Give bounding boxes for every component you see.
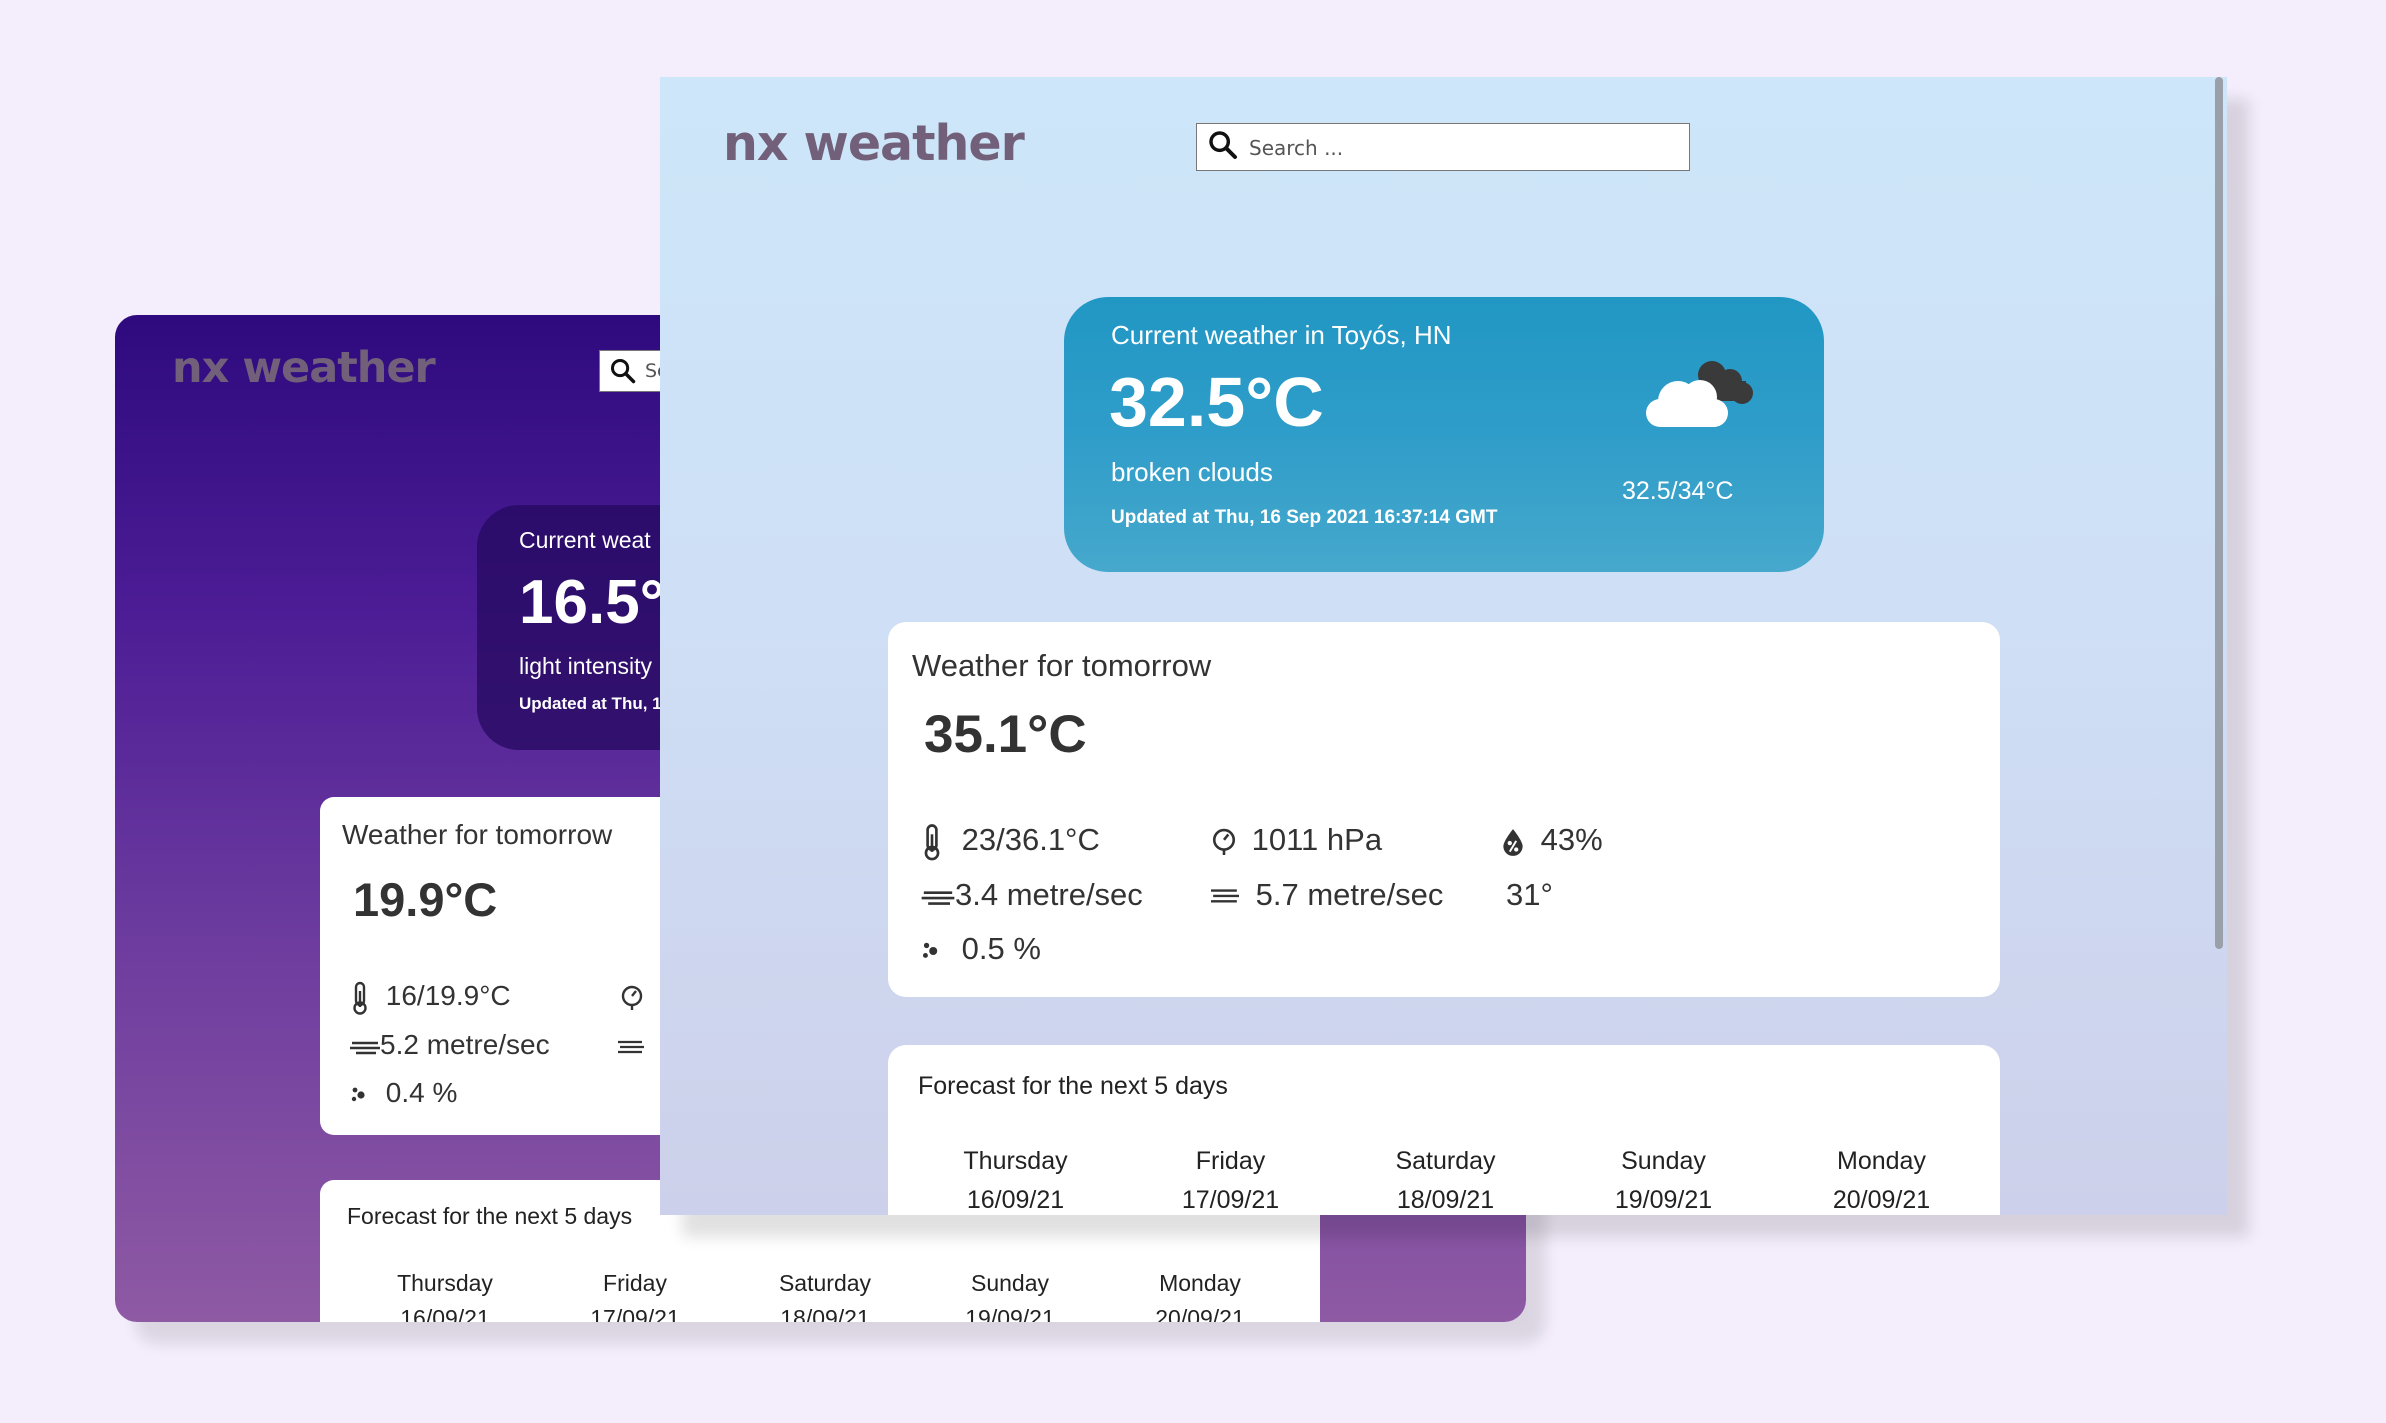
forecast-day-date: 19/09/21 — [965, 1305, 1055, 1322]
precipitation-row: 0.4 % — [350, 1077, 457, 1109]
app-logo: nx weather — [172, 343, 436, 393]
forecast-day-date: 17/09/21 — [1181, 1186, 1280, 1214]
wind-value: 5.2 metre/sec — [380, 1029, 550, 1060]
temperature-range: 32.5/34°C — [1622, 477, 1734, 505]
pressure-icon — [1212, 828, 1236, 855]
forecast-day-date: 17/09/21 — [590, 1305, 680, 1322]
search-icon — [1209, 131, 1237, 159]
forecast-day-date: 20/09/21 — [1832, 1186, 1931, 1214]
forecast-day-2[interactable]: Friday 17/09/21 — [560, 1270, 710, 1322]
forecast-day-date: 18/09/21 — [1396, 1186, 1495, 1214]
temp-range-value: 23/36.1°C — [961, 822, 1100, 857]
forecast-day-name: Monday — [1837, 1147, 1926, 1175]
search-input[interactable]: Search ... — [1196, 123, 1690, 171]
forecast-day-2[interactable]: Friday 17/09/21 — [1143, 1147, 1318, 1215]
forecast-day-date: 16/09/21 — [966, 1186, 1065, 1214]
tomorrow-temperature: 19.9°C — [353, 873, 498, 926]
forecast-card: Forecast for the next 5 days Thursday 16/… — [888, 1045, 2000, 1215]
search-placeholder: Search ... — [1249, 136, 1344, 160]
pressure-row: 1011 hPa — [1211, 822, 1382, 858]
forecast-title: Forecast for the next 5 days — [347, 1203, 633, 1229]
forecast-day-date: 18/09/21 — [780, 1305, 870, 1322]
updated-timestamp: Updated at Thu, 1 — [519, 694, 662, 713]
forecast-day-name: Saturday — [1395, 1147, 1496, 1175]
forecast-day-name: Monday — [1159, 1270, 1241, 1296]
forecast-day-name: Friday — [603, 1270, 667, 1296]
forecast-day-4[interactable]: Sunday 19/09/21 — [935, 1270, 1085, 1322]
weather-description: light intensity — [519, 653, 652, 679]
pressure-icon — [621, 985, 643, 1010]
updated-timestamp: Updated at Thu, 16 Sep 2021 16:37:14 GMT — [1111, 507, 1498, 528]
forecast-day-name: Sunday — [970, 1270, 1049, 1296]
raindrops-icon — [351, 1087, 365, 1101]
wind-value: 3.4 metre/sec — [955, 877, 1143, 912]
wind-direction-value: 31° — [1506, 877, 1553, 912]
forecast-day-date: 19/09/21 — [1614, 1186, 1713, 1214]
forecast-day-date: 20/09/21 — [1155, 1305, 1245, 1322]
precipitation-value: 0.4 % — [385, 1077, 458, 1108]
wind-icon — [350, 1041, 380, 1054]
gust-icon — [1211, 889, 1239, 903]
current-temperature: 16.5° — [519, 568, 665, 637]
gust-row: 5.7 metre/sec — [1211, 877, 1443, 913]
forecast-day-name: Thursday — [397, 1270, 493, 1296]
forecast-day-name: Friday — [1195, 1147, 1266, 1175]
forecast-day-name: Thursday — [963, 1147, 1068, 1175]
humidity-icon — [1503, 828, 1523, 856]
forecast-day-5[interactable]: Monday 20/09/21 — [1125, 1270, 1275, 1322]
forecast-day-5[interactable]: Monday 20/09/21 — [1794, 1147, 1969, 1215]
search-icon — [610, 358, 636, 384]
thermometer-icon — [924, 823, 940, 861]
forecast-title: Forecast for the next 5 days — [918, 1072, 1228, 1100]
forecast-day-4[interactable]: Sunday 19/09/21 — [1576, 1147, 1751, 1215]
thermometer-icon — [353, 981, 367, 1015]
tomorrow-title: Weather for tomorrow — [342, 819, 613, 850]
wind-row: 3.4 metre/sec — [921, 877, 1143, 913]
temp-range-row: 16/19.9°C — [350, 980, 511, 1015]
wind-row: 5.2 metre/sec — [350, 1029, 550, 1061]
forecast-day-1[interactable]: Thursday 16/09/21 — [928, 1147, 1103, 1215]
forecast-day-date: 16/09/21 — [400, 1305, 490, 1322]
gust-icon — [618, 1040, 644, 1054]
forecast-day-name: Sunday — [1621, 1147, 1706, 1175]
tomorrow-temperature: 35.1°C — [924, 705, 1087, 764]
app-logo: nx weather — [723, 115, 1025, 172]
temp-range-row: 23/36.1°C — [921, 822, 1100, 861]
current-weather-title: Current weat — [519, 527, 651, 553]
forecast-day-1[interactable]: Thursday 16/09/21 — [370, 1270, 520, 1322]
broken-clouds-icon — [1646, 361, 1753, 427]
precipitation-value: 0.5 % — [961, 931, 1041, 966]
pressure-value: 1011 hPa — [1251, 822, 1383, 857]
temp-range-value: 16/19.9°C — [385, 980, 511, 1011]
current-temperature: 32.5°C — [1109, 363, 1324, 441]
raindrops-icon — [923, 942, 938, 958]
tomorrow-title: Weather for tomorrow — [912, 648, 1212, 683]
forecast-day-name: Saturday — [778, 1270, 872, 1296]
humidity-value: 43% — [1540, 822, 1603, 857]
weather-description: broken clouds — [1111, 457, 1273, 487]
precipitation-row: 0.5 % — [921, 931, 1041, 967]
humidity-row: 43% — [1500, 822, 1603, 858]
wind-icon — [921, 891, 955, 905]
current-weather-title: Current weather in Toyós, HN — [1111, 320, 1452, 350]
tomorrow-weather-card: Weather for tomorrow 35.1°C 23/36.1°C 10… — [888, 622, 2000, 997]
forecast-day-3[interactable]: Saturday 18/09/21 — [1358, 1147, 1533, 1215]
current-weather-card: Current weather in Toyós, HN 32.5°C brok… — [1064, 297, 1824, 572]
forecast-day-3[interactable]: Saturday 18/09/21 — [750, 1270, 900, 1322]
gust-value: 5.7 metre/sec — [1255, 877, 1444, 912]
scrollbar-thumb[interactable] — [2215, 77, 2223, 949]
light-theme-window: nx weather Search ... Current weather in… — [660, 77, 2227, 1215]
